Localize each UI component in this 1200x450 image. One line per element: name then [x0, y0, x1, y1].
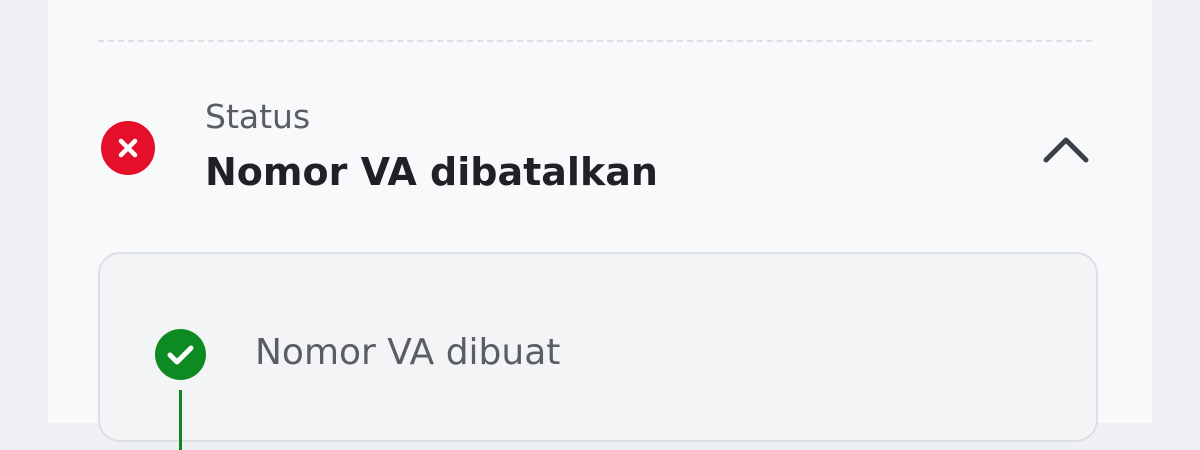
collapse-toggle-button[interactable] — [1036, 126, 1096, 174]
status-value: Nomor VA dibatalkan — [205, 150, 658, 194]
timeline-step-label: Nomor VA dibuat — [255, 332, 561, 373]
step-done-icon — [155, 329, 206, 380]
chevron-up-icon — [1043, 137, 1089, 163]
status-card: Status Nomor VA dibatalkan Nomor VA dibu… — [48, 0, 1152, 450]
check-icon — [167, 345, 194, 365]
close-icon — [118, 138, 138, 158]
status-label: Status — [205, 97, 311, 136]
status-timeline: Nomor VA dibuat — [98, 252, 1098, 450]
dashed-divider — [98, 40, 1092, 42]
cancelled-status-icon — [101, 121, 155, 175]
timeline-connector — [179, 390, 182, 450]
